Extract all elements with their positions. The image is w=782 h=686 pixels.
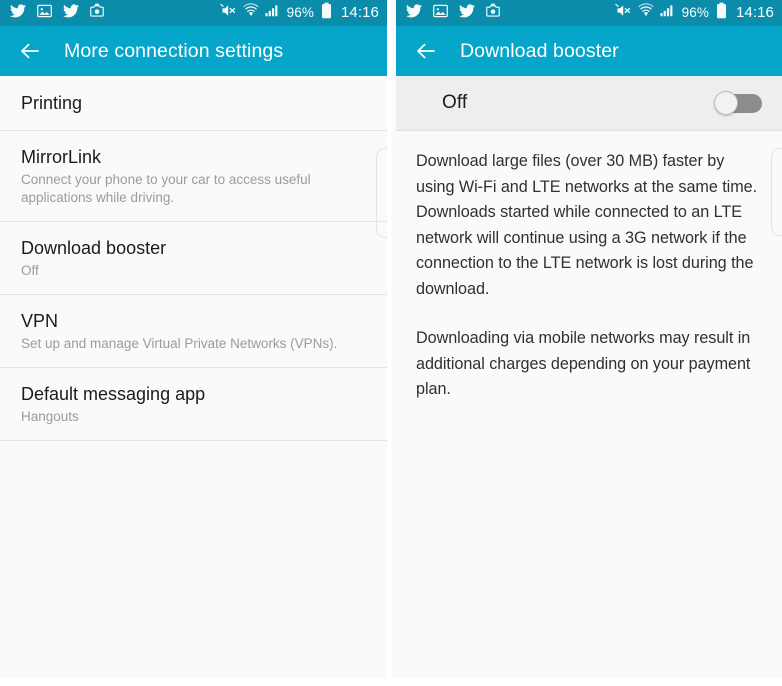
app-bar-right: Download booster (396, 26, 782, 76)
back-arrow-icon[interactable] (18, 39, 42, 63)
mute-icon (614, 3, 632, 23)
list-item-download-booster[interactable]: Download booster Off (0, 222, 387, 295)
twitter-icon (63, 3, 79, 23)
list-item-title: VPN (21, 311, 59, 331)
battery-icon (716, 2, 727, 24)
battery-percent: 96% (681, 5, 709, 20)
list-item-default-messaging-app[interactable]: Default messaging app Hangouts (0, 368, 387, 441)
list-item-title: Download booster (21, 238, 167, 258)
battery-percent: 96% (286, 5, 314, 20)
list-item-subtitle: Hangouts (21, 409, 79, 424)
status-bar-left: 96% 14:16 (0, 0, 387, 26)
page-title: More connection settings (64, 39, 284, 62)
notification-icons (406, 3, 500, 23)
right-phone-screen: 96% 14:16 Download booster Off Download … (391, 0, 782, 678)
description-paragraph-1: Download large files (over 30 MB) faster… (416, 152, 758, 298)
system-status-icons: 96% 14:16 (614, 0, 774, 26)
list-item-title: MirrorLink (21, 147, 102, 167)
wifi-icon (638, 3, 654, 23)
screenshot-icon (90, 3, 104, 23)
switch-knob (714, 91, 738, 115)
description-block: Download large files (over 30 MB) faster… (396, 131, 782, 403)
description-paragraph-2: Downloading via mobile networks may resu… (416, 329, 751, 398)
screenshot-icon (486, 3, 500, 23)
back-arrow-icon[interactable] (414, 39, 438, 63)
list-item-mirrorlink[interactable]: MirrorLink Connect your phone to your ca… (0, 131, 387, 222)
list-item-title: Default messaging app (21, 384, 206, 404)
toggle-state-label: Off (442, 92, 468, 113)
settings-list: Printing MirrorLink Connect your phone t… (0, 76, 387, 441)
list-item-subtitle: Set up and manage Virtual Private Networ… (21, 336, 338, 351)
image-icon (37, 4, 52, 23)
list-item-subtitle: Connect your phone to your car to access… (21, 172, 311, 205)
page-title: Download booster (460, 39, 619, 62)
status-bar-clock: 14:16 (735, 4, 774, 21)
signal-icon (265, 3, 281, 23)
download-booster-switch[interactable] (714, 91, 762, 115)
mute-icon (219, 3, 237, 23)
wifi-icon (243, 3, 259, 23)
screenshot-stage: 96% 14:16 More connection settings Print… (0, 0, 782, 686)
system-status-icons: 96% 14:16 (219, 0, 379, 26)
list-item-vpn[interactable]: VPN Set up and manage Virtual Private Ne… (0, 295, 387, 368)
list-item-subtitle: Off (21, 263, 39, 278)
twitter-icon (459, 3, 475, 23)
image-icon (433, 4, 448, 23)
list-item-title: Printing (21, 93, 83, 113)
battery-icon (321, 2, 332, 24)
left-phone-screen: 96% 14:16 More connection settings Print… (0, 0, 391, 678)
signal-icon (660, 3, 676, 23)
list-item-printing[interactable]: Printing (0, 76, 387, 131)
twitter-icon (406, 3, 422, 23)
twitter-icon (10, 3, 26, 23)
notification-icons (10, 3, 104, 23)
status-bar-clock: 14:16 (340, 4, 379, 21)
app-bar-left: More connection settings (0, 26, 387, 76)
download-booster-toggle-row[interactable]: Off (396, 76, 782, 131)
status-bar-right: 96% 14:16 (396, 0, 782, 26)
